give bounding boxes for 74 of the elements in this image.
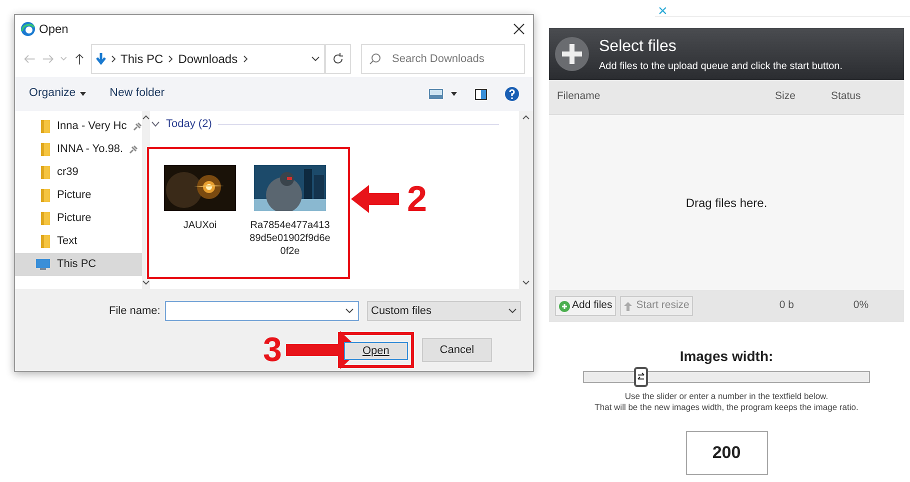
refresh-button[interactable] bbox=[325, 44, 351, 74]
column-header: Filename bbox=[557, 89, 602, 104]
file-item[interactable]: JAUXoi bbox=[158, 165, 242, 258]
folder-icon bbox=[41, 120, 51, 133]
help-text: Use the slider or enter a number in the textfield below. bbox=[624, 391, 828, 402]
column-header: Size bbox=[775, 89, 796, 104]
swap-icon bbox=[637, 372, 645, 382]
total-size: 0 b bbox=[779, 298, 795, 314]
chevron-right-icon bbox=[242, 55, 248, 63]
file-name-label: File name: bbox=[109, 304, 162, 319]
chevron-right-icon bbox=[168, 55, 174, 63]
sidebar-item[interactable]: INNA - Yo.98. bbox=[15, 138, 142, 161]
step-number: 3 bbox=[263, 333, 282, 367]
close-icon[interactable] bbox=[513, 23, 525, 35]
folder-icon bbox=[41, 143, 51, 156]
slider-handle[interactable] bbox=[634, 367, 648, 387]
preview-pane-icon[interactable] bbox=[475, 88, 487, 100]
add-files-button[interactable]: Add files bbox=[555, 296, 616, 316]
help-icon[interactable] bbox=[505, 87, 519, 101]
breadcrumb-item[interactable]: This PC bbox=[120, 50, 164, 68]
scroll-up-icon bbox=[142, 115, 150, 120]
add-icon bbox=[559, 300, 570, 312]
refresh-icon bbox=[332, 53, 344, 65]
file-type-dropdown[interactable]: Custom files bbox=[367, 301, 521, 321]
uploader-title: Select files bbox=[599, 36, 678, 56]
scroll-down-icon bbox=[142, 280, 150, 285]
help-text: That will be the new images width, the program keeps the image ratio. bbox=[594, 402, 858, 413]
sidebar-item[interactable]: Picture bbox=[15, 184, 142, 207]
drop-area[interactable]: Drag files here. bbox=[549, 114, 904, 290]
scroll-down-icon bbox=[522, 280, 530, 285]
app-icon bbox=[21, 22, 35, 36]
step-number: 2 bbox=[407, 181, 428, 217]
file-item[interactable]: Ra7854e477a41389d5e01902f9d6e0f2e bbox=[248, 165, 332, 258]
group-header[interactable]: Today (2) bbox=[166, 116, 212, 132]
cancel-button[interactable]: Cancel bbox=[422, 338, 492, 362]
arrow-icon bbox=[351, 185, 399, 213]
total-percent: 0% bbox=[853, 298, 869, 314]
sidebar-item[interactable]: Text bbox=[15, 230, 142, 253]
view-icon[interactable] bbox=[429, 89, 443, 99]
caret-icon[interactable] bbox=[451, 92, 457, 96]
column-header: Status bbox=[831, 89, 861, 104]
window-title: Open bbox=[39, 21, 68, 38]
folder-icon bbox=[41, 212, 51, 225]
organize-button[interactable]: Organize bbox=[29, 85, 86, 103]
uploader-subtitle: Add files to the upload queue and click the start button. bbox=[599, 60, 842, 74]
sidebar-item[interactable]: Inna - Very Hc bbox=[15, 115, 142, 138]
search-field[interactable]: Search Downloads bbox=[361, 44, 525, 74]
upload-icon bbox=[624, 302, 632, 310]
breadcrumb-item[interactable]: Downloads bbox=[178, 50, 238, 68]
plus-icon[interactable] bbox=[555, 37, 589, 71]
file-name-field[interactable] bbox=[165, 301, 359, 321]
folder-icon bbox=[41, 235, 51, 248]
chevron-down-icon[interactable] bbox=[151, 121, 160, 127]
caret-icon bbox=[80, 92, 86, 96]
chevron-right-icon bbox=[110, 55, 116, 63]
chevron-down-icon bbox=[345, 308, 354, 314]
scroll-up-icon bbox=[522, 115, 530, 120]
section-title: Images width: bbox=[680, 347, 774, 366]
address-bar[interactable]: This PC Downloads bbox=[90, 44, 326, 74]
search-icon bbox=[369, 53, 381, 65]
sidebar-item[interactable]: This PC bbox=[15, 253, 142, 276]
download-icon bbox=[96, 53, 106, 65]
width-field[interactable]: 200 bbox=[686, 431, 768, 475]
chevron-down-icon bbox=[508, 308, 517, 314]
new-folder-button[interactable]: New folder bbox=[110, 85, 165, 103]
open-button[interactable]: Open bbox=[344, 342, 408, 360]
computer-icon bbox=[35, 258, 51, 271]
sidebar-item[interactable]: Picture bbox=[15, 207, 142, 230]
up-icon[interactable] bbox=[74, 52, 85, 66]
sidebar-item[interactable]: cr39 bbox=[15, 161, 142, 184]
scrollbar[interactable] bbox=[519, 111, 533, 289]
folder-icon bbox=[41, 189, 51, 202]
folder-icon bbox=[41, 166, 51, 179]
chevron-down-icon[interactable] bbox=[311, 56, 320, 62]
